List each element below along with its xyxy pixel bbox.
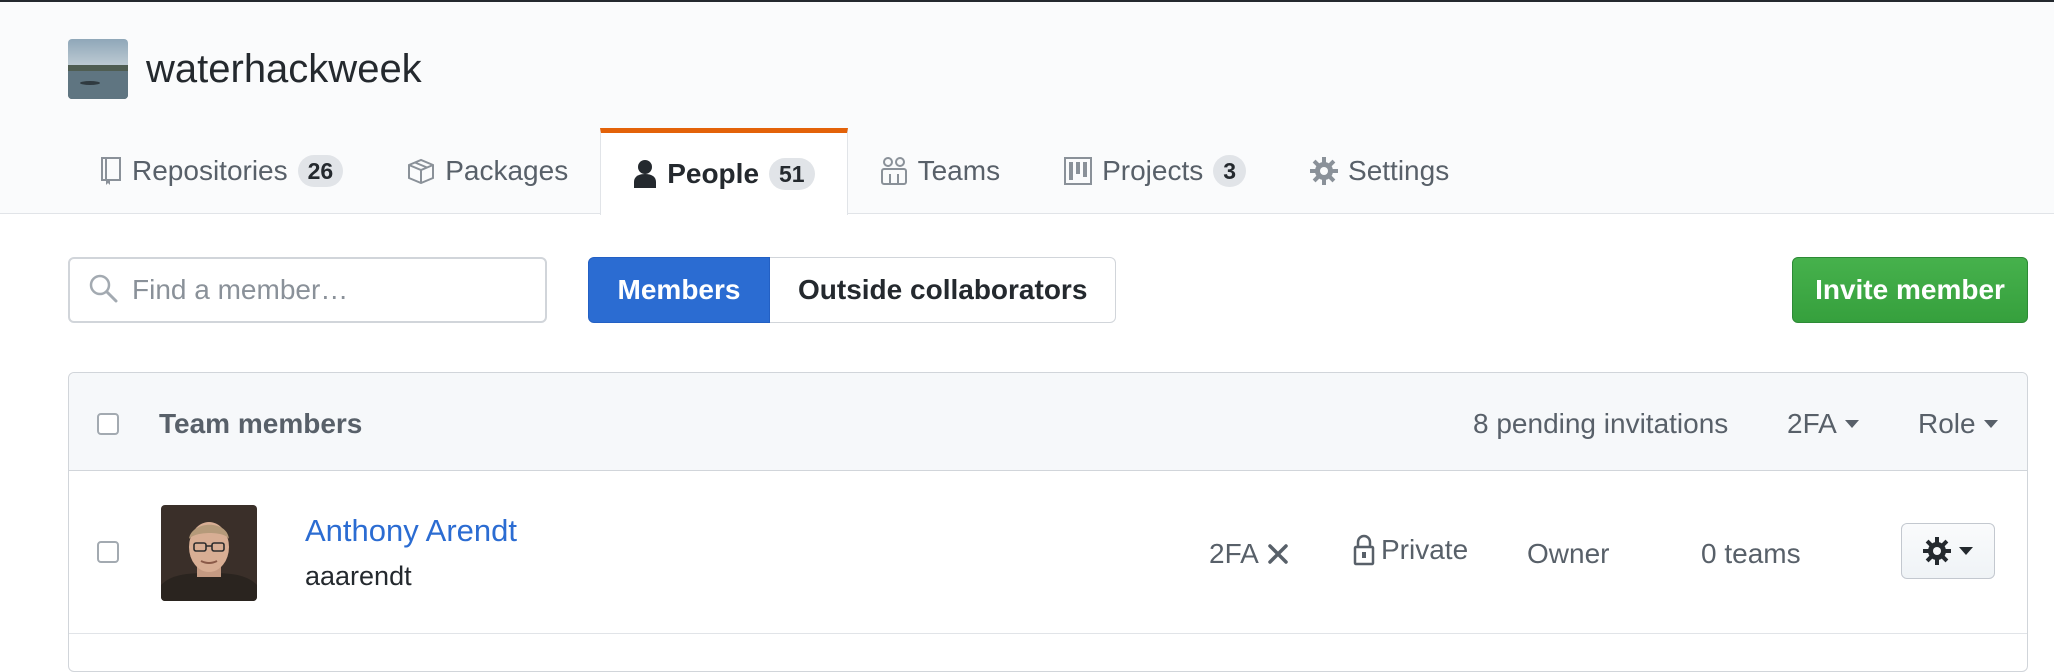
- twofa-filter[interactable]: 2FA: [1787, 408, 1859, 440]
- membership-visibility[interactable]: Private: [1353, 534, 1468, 566]
- tab-counter: 51: [769, 158, 815, 190]
- select-all-checkbox[interactable]: [97, 413, 119, 435]
- tab-counter: 3: [1213, 155, 1247, 187]
- twofa-filter-label: 2FA: [1787, 408, 1837, 439]
- gear-icon: [1923, 537, 1951, 565]
- project-icon: [1064, 157, 1093, 185]
- pending-invitations-link[interactable]: 8 pending invitations: [1473, 408, 1728, 440]
- members-button[interactable]: Members: [588, 257, 770, 323]
- tab-packages[interactable]: Packages: [375, 128, 600, 214]
- members-table: Team members 8 pending invitations 2FA R…: [68, 372, 2028, 672]
- member-checkbox[interactable]: [97, 541, 119, 563]
- tab-label: People: [667, 158, 760, 189]
- tab-label: Projects: [1102, 155, 1204, 186]
- avatar[interactable]: [161, 505, 257, 601]
- twofa-label: 2FA: [1209, 538, 1259, 569]
- member-search[interactable]: [68, 257, 547, 323]
- member-teams-link[interactable]: 0 teams: [1701, 538, 1801, 570]
- member-name-link[interactable]: Anthony Arendt: [305, 513, 517, 549]
- tab-counter: 26: [297, 155, 344, 187]
- member-login: aaarendt: [305, 561, 412, 591]
- package-icon: [407, 158, 435, 184]
- tab-label: Settings: [1348, 155, 1450, 186]
- org-name[interactable]: waterhackweek: [146, 46, 422, 92]
- repo-icon: [100, 156, 122, 186]
- team-members-heading: Team members: [159, 408, 363, 439]
- lock-icon: [1353, 534, 1375, 566]
- tab-teams[interactable]: Teams: [848, 128, 1032, 214]
- tab-projects[interactable]: Projects 3: [1032, 128, 1278, 214]
- caret-down-icon: [1983, 420, 1998, 428]
- org-nav-tabs: Repositories 26 Packages People 51 Teams…: [68, 128, 1481, 215]
- people-icon: [880, 156, 908, 186]
- caret-down-icon: [1959, 547, 1973, 555]
- invite-member-button[interactable]: Invite member: [1792, 257, 2028, 323]
- role-filter[interactable]: Role: [1918, 408, 1998, 440]
- visibility-label: Private: [1381, 534, 1469, 565]
- caret-down-icon: [1844, 420, 1859, 428]
- table-header: Team members 8 pending invitations 2FA R…: [69, 373, 2027, 471]
- tab-label: Repositories: [132, 155, 288, 186]
- search-icon: [88, 273, 118, 308]
- person-icon: [633, 159, 657, 189]
- member-settings-button[interactable]: [1901, 523, 1995, 579]
- gear-icon: [1310, 157, 1339, 185]
- member-role: Owner: [1527, 538, 1610, 569]
- org-avatar[interactable]: [68, 39, 128, 99]
- tab-label: Teams: [917, 155, 1001, 186]
- role-filter-label: Role: [1918, 408, 1976, 439]
- tab-people[interactable]: People 51: [600, 128, 848, 215]
- member-type-toggle: Members Outside collaborators: [588, 257, 1117, 323]
- tab-settings[interactable]: Settings: [1278, 128, 1481, 214]
- outside-collaborators-button[interactable]: Outside collaborators: [770, 257, 1117, 323]
- tab-repositories[interactable]: Repositories 26: [68, 128, 375, 214]
- member-2fa-status: 2FA: [1209, 538, 1289, 570]
- tab-label: Packages: [445, 155, 569, 186]
- search-input[interactable]: [130, 273, 514, 307]
- x-icon: [1267, 543, 1289, 565]
- table-row: Anthony Arendt aaarendt 2FA Private Owne…: [69, 471, 2027, 634]
